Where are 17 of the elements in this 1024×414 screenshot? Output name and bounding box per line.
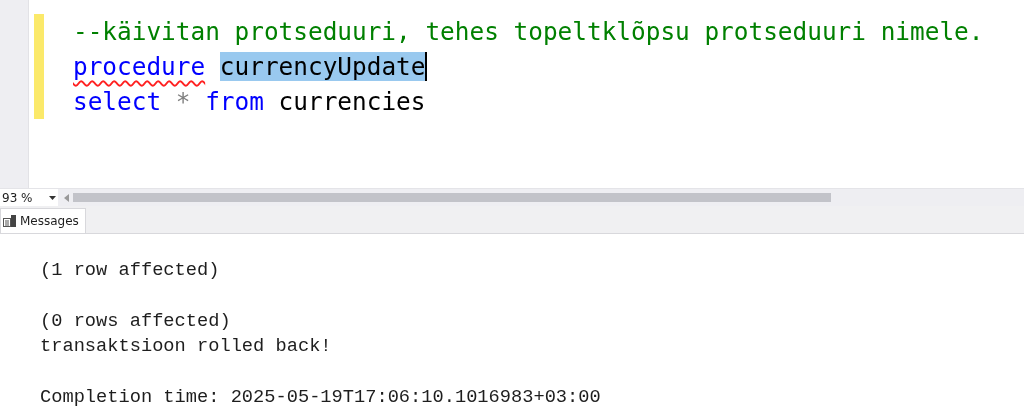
messages-tab[interactable]: Messages: [0, 208, 86, 233]
scrollbar-thumb[interactable]: [73, 193, 831, 202]
code-identifier: currencyUpdate: [219, 52, 426, 81]
message-line: transaktsioon rolled back!: [40, 334, 333, 359]
message-line: (0 rows affected): [40, 308, 232, 334]
code-keyword: select: [73, 87, 162, 116]
code-keyword: procedure: [73, 52, 206, 81]
dropdown-caret-icon: [49, 195, 56, 200]
scroll-left-icon[interactable]: [64, 193, 69, 202]
code-comment: --käivitan protseduuri, tehes topeltklõpsu protseduuri nimele.: [73, 17, 984, 46]
message-line: (1 row affected): [40, 258, 221, 283]
message-line: Completion time: 2025-05-19T17:06:10.1016983+03:00: [40, 384, 602, 410]
zoom-dropdown[interactable]: 93 %: [0, 189, 58, 206]
code-identifier: currencies: [278, 87, 426, 116]
messages-icon: [3, 215, 16, 227]
code-keyword: from: [205, 87, 264, 116]
code-operator: *: [175, 87, 191, 116]
